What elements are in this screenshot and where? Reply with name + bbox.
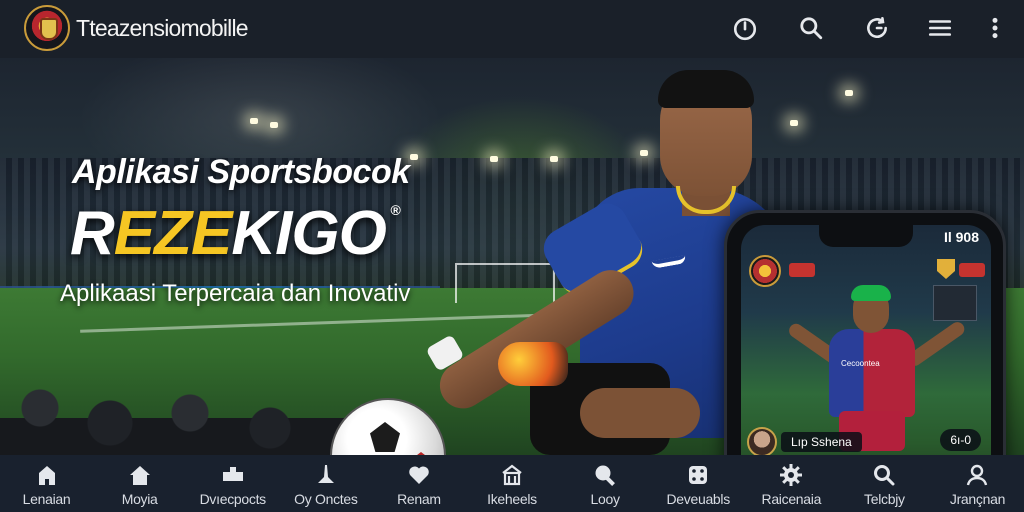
search-icon [595,465,616,486]
brand-name: REZEKIGO ® [70,199,401,268]
more-vertical-icon[interactable] [981,14,1009,42]
phone-player-jersey [829,329,915,417]
nav-item-dviecpocts[interactable]: Dvıecpocts [186,455,279,512]
phone-live-badge [789,263,815,277]
nav-item-jrancnan[interactable]: Jrançnan [931,455,1024,512]
nav-label: Raicenaia [761,491,822,507]
nav-label: Oy Onctes [294,491,358,507]
trophy-icon [317,465,334,483]
phone-jersey-text: Cecoontea [841,359,880,368]
nav-item-moyia[interactable]: Moyia [93,455,186,512]
nav-item-lenaian[interactable]: Lenaian [0,455,93,512]
floodlight [790,120,798,126]
nav-item-renam[interactable]: Renam [372,455,465,512]
floodlight [845,90,853,96]
nav-label: Dvıecpocts [199,491,267,507]
nav-item-oy-onctes[interactable]: Oy Onctes [279,455,372,512]
app-logo-icon[interactable] [24,5,70,51]
phone-notch [819,225,913,247]
hero-heading: Aplikasi Sportsbocok [72,153,410,191]
shield-icon [937,259,955,279]
phone-app-logo-icon [749,255,781,287]
nav-item-looy[interactable]: Looy [559,455,652,512]
phone-mockup: Il 908 Cecoontea Lıp Sshena 6ı-0 [724,210,1006,455]
nav-item-deveuabls[interactable]: Deveuabls [652,455,745,512]
football-player-illustration [330,58,790,455]
nav-label: Looy [590,491,620,507]
bottom-nav: Lenaian Moyia Dvıecpocts Oy Onctes Renam… [0,455,1024,512]
nav-label: Deveuabls [666,491,730,507]
phone-user-chip[interactable]: Lıp Sshena [747,427,862,455]
nav-label: Telcbjy [864,491,905,507]
power-icon[interactable] [731,14,759,42]
house-icon [129,466,150,485]
phone-user-name: Lıp Sshena [781,432,862,452]
phone-screen: Il 908 Cecoontea Lıp Sshena 6ı-0 [741,225,991,455]
dice-icon [689,466,708,484]
nav-item-ikeheels[interactable]: Ikeheels [465,455,558,512]
top-bar: Tteazensiomobille [0,0,1024,58]
nav-label: Moyia [121,491,158,507]
phone-status: Il 908 [943,229,979,245]
nav-label: Ikeheels [487,491,537,507]
hero-banner[interactable]: Aplikasi Sportsbocok REZEKIGO ® Aplikaasi… [0,58,1024,455]
phone-scoreboard [933,285,977,321]
nav-label: Renam [397,491,441,507]
avatar [747,427,777,455]
nav-label: Lenaian [22,491,71,507]
phone-badge [959,263,985,277]
floodlight [270,122,278,128]
app-title: Tteazensiomobille [76,15,249,41]
building-icon [502,464,522,486]
nav-item-raicenaia[interactable]: Raicenaia [745,455,838,512]
refresh-icon[interactable] [863,14,891,42]
crowd [0,388,360,455]
user-icon [967,464,988,486]
menu-icon[interactable] [926,14,954,42]
heart-icon [409,466,429,484]
nav-item-telcbjy[interactable]: Telcbjy [838,455,931,512]
search-icon[interactable] [797,14,825,42]
stadium-icon [222,467,243,481]
floodlight [250,118,258,124]
registered-mark: ® [390,202,401,218]
hero-tagline: Aplikaasi Terpercaia dan Inovativ [60,280,411,307]
home-icon [38,466,55,485]
gear-icon [780,464,803,486]
phone-score: 6ı-0 [940,429,981,451]
search-icon [874,465,895,486]
nav-label: Jrançnan [949,491,1006,507]
